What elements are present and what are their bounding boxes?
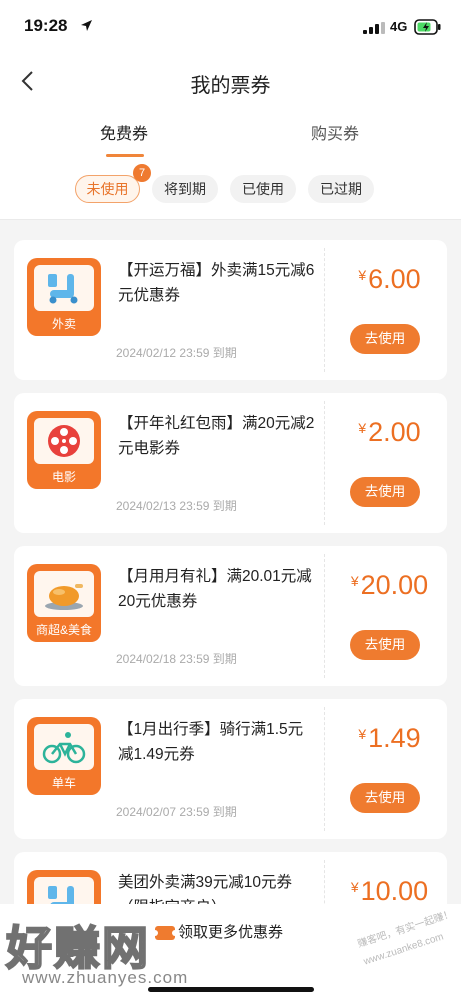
coupon-category-label: 商超&美食 bbox=[35, 623, 92, 637]
use-coupon-button[interactable]: 去使用 bbox=[350, 477, 420, 507]
coupon-expiry: 2024/02/13 23:59 到期 bbox=[116, 499, 237, 513]
filter-expiring-label: 将到期 bbox=[164, 181, 206, 197]
roast-chicken-icon bbox=[45, 584, 83, 610]
coupon-category-icon: 外卖 bbox=[27, 258, 101, 336]
coupon-card[interactable]: 商超&美食 【月用月有礼】满20.01元减20元优惠券 2024/02/18 2… bbox=[14, 546, 447, 686]
bottom-bar: 领取更多优惠券 bbox=[0, 904, 461, 1000]
coupon-title: 【月用月有礼】满20.01元减20元优惠券 bbox=[118, 568, 312, 610]
coupon-divider bbox=[324, 248, 325, 372]
coupon-card[interactable]: 单车 【1月出行季】骑行满1.5元减1.49元券 2024/02/07 23:5… bbox=[14, 699, 447, 839]
home-indicator bbox=[148, 987, 314, 992]
coupon-card[interactable]: 外卖 【开运万福】外卖满15元减6元优惠券 2024/02/12 23:59 到… bbox=[14, 240, 447, 380]
filter-unused-label: 未使用 bbox=[86, 181, 129, 197]
coupon-category-icon: 商超&美食 bbox=[27, 564, 101, 642]
scooter-icon bbox=[48, 274, 78, 304]
film-reel-icon bbox=[48, 425, 80, 457]
coupon-price: ¥2.00 bbox=[332, 417, 447, 448]
coupon-divider bbox=[324, 707, 325, 831]
coupon-expiry: 2024/02/07 23:59 到期 bbox=[116, 805, 237, 819]
currency-symbol: ¥ bbox=[350, 573, 359, 589]
filter-used-label: 已使用 bbox=[242, 181, 284, 197]
filter-used[interactable]: 已使用 bbox=[230, 175, 296, 203]
filter-expired-label: 已过期 bbox=[320, 181, 362, 197]
bicycle-rider-icon bbox=[42, 732, 86, 764]
coupon-price: ¥1.49 bbox=[332, 723, 447, 754]
coupon-expiry: 2024/02/18 23:59 到期 bbox=[116, 652, 237, 666]
unused-count-badge: 7 bbox=[133, 164, 151, 182]
currency-symbol: ¥ bbox=[350, 879, 359, 895]
coupon-expiry: 2024/02/12 23:59 到期 bbox=[116, 346, 237, 360]
coupon-divider bbox=[324, 554, 325, 678]
use-coupon-button[interactable]: 去使用 bbox=[350, 324, 420, 354]
location-arrow-icon bbox=[81, 20, 92, 31]
coupon-category-label: 外卖 bbox=[51, 317, 76, 331]
coupon-price: ¥6.00 bbox=[332, 264, 447, 295]
coupon-category-icon: 单车 bbox=[27, 717, 101, 795]
tab-bar: 免费券 购买券 bbox=[0, 106, 461, 164]
tab-free-coupons[interactable]: 免费券 bbox=[100, 120, 148, 144]
coupon-title: 【开年礼红包雨】满20元减2元电影券 bbox=[118, 415, 315, 457]
filter-unused[interactable]: 未使用 bbox=[75, 175, 140, 203]
coupon-category-label: 单车 bbox=[51, 776, 76, 790]
coupon-divider bbox=[324, 401, 325, 525]
filter-expired[interactable]: 已过期 bbox=[308, 175, 374, 203]
get-more-coupons-link[interactable]: 领取更多优惠券 bbox=[178, 921, 283, 942]
status-bar: 19:28 4G bbox=[0, 0, 461, 56]
tab-purchased-coupons[interactable]: 购买券 bbox=[311, 120, 359, 144]
coupon-card[interactable]: 电影 【开年礼红包雨】满20元减2元电影券 2024/02/13 23:59 到… bbox=[14, 393, 447, 533]
currency-symbol: ¥ bbox=[358, 267, 367, 283]
coupon-price: ¥20.00 bbox=[332, 570, 447, 601]
filter-bar: 未使用 7 将到期 已使用 已过期 bbox=[0, 164, 461, 220]
coupon-title: 【1月出行季】骑行满1.5元减1.49元券 bbox=[118, 721, 304, 763]
battery-charging-icon bbox=[414, 19, 441, 35]
coupon-icon bbox=[154, 926, 176, 940]
coupon-price: ¥10.00 bbox=[332, 876, 447, 907]
filter-expiring[interactable]: 将到期 bbox=[152, 175, 218, 203]
cellular-signal-icon bbox=[363, 22, 385, 34]
coupon-amount: 6.00 bbox=[368, 264, 421, 294]
use-coupon-button[interactable]: 去使用 bbox=[350, 783, 420, 813]
coupon-category-icon: 电影 bbox=[27, 411, 101, 489]
active-tab-indicator bbox=[106, 154, 144, 157]
coupon-amount: 1.49 bbox=[368, 723, 421, 753]
use-coupon-button[interactable]: 去使用 bbox=[350, 630, 420, 660]
status-time: 19:28 bbox=[24, 16, 68, 35]
coupon-title: 【开运万福】外卖满15元减6元优惠券 bbox=[118, 262, 315, 304]
currency-symbol: ¥ bbox=[358, 420, 367, 436]
nav-bar: 我的票券 bbox=[0, 56, 461, 106]
page-title: 我的票券 bbox=[190, 75, 271, 97]
coupon-amount: 2.00 bbox=[368, 417, 421, 447]
network-type: 4G bbox=[390, 19, 408, 34]
coupon-amount: 20.00 bbox=[360, 570, 429, 600]
coupon-category-label: 电影 bbox=[51, 470, 76, 484]
coupon-amount: 10.00 bbox=[360, 876, 429, 906]
currency-symbol: ¥ bbox=[358, 726, 367, 742]
